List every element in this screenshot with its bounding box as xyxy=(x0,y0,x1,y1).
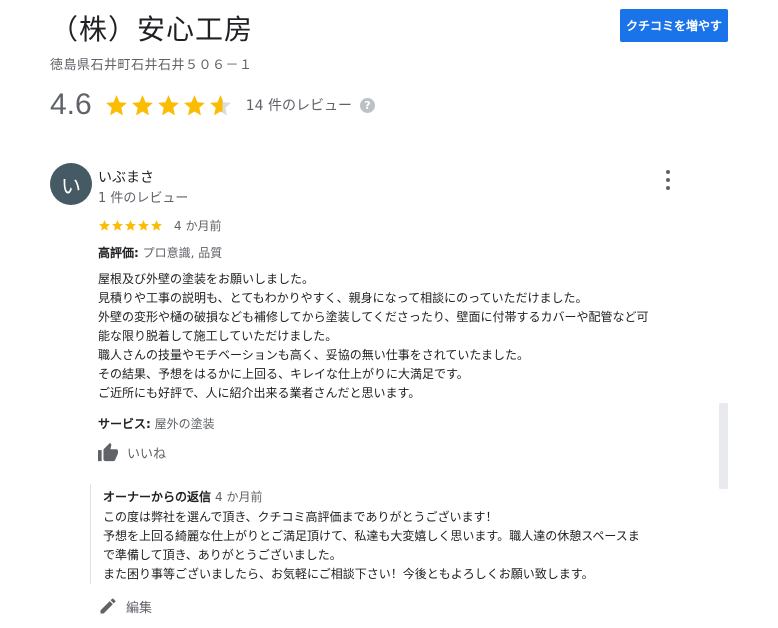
scrollbar[interactable] xyxy=(719,403,728,489)
review-highlights: 高評価: プロ意識, 品質 xyxy=(98,244,222,261)
business-title: （株）安心工房 xyxy=(50,13,254,46)
review-star-icon xyxy=(138,220,149,231)
star-icon xyxy=(209,94,231,115)
star-icon xyxy=(183,94,205,115)
rating-value: 4.6 xyxy=(50,88,92,121)
star-icon xyxy=(131,94,153,115)
review-line: 職人さんの技量やモチベーションも高く、妥協の無い仕事をされていたました。 xyxy=(98,348,530,362)
review-star-icon xyxy=(151,220,162,231)
review-line: 外壁の変形や樋の破損なども補修してから塗装してくださったり、壁面に付帯するカバー… xyxy=(98,310,649,324)
review-body: 屋根及び外壁の塗装をお願いしました。 見積りや工事の説明も、とてもわかりやすく、… xyxy=(98,270,708,403)
star-icon xyxy=(157,94,179,115)
rating-stars xyxy=(104,93,234,118)
pencil-icon xyxy=(100,598,116,614)
review-stars xyxy=(98,219,163,232)
services-label: サービス: xyxy=(98,417,151,431)
edit-button[interactable]: 編集 xyxy=(98,596,152,616)
owner-reply-time: 4 か月前 xyxy=(215,490,263,504)
review-line: 能な限り脱着して施工していただけました。 xyxy=(98,329,338,343)
owner-reply-line: で準備して頂き、ありがとうございました。 xyxy=(103,548,342,562)
owner-reply-heading: オーナーからの返信 xyxy=(103,490,212,504)
reviewer-review-count: 1 件のレビュー xyxy=(98,191,189,206)
owner-reply-line: 予想を上回る綺麗な仕上がりとご満足頂けて、私達も大変嬉しく思います。職人達の休憩… xyxy=(103,529,640,543)
owner-reply-line: また困り事等ございましたら、お気軽にご相談下さい！今後ともよろしくお願い致します… xyxy=(103,567,594,581)
star-icon xyxy=(105,94,127,115)
rating-summary: 4.6 14 件のレビュー ? xyxy=(50,88,375,122)
owner-reply-body: この度は弊社を選んで頂き、クチコミ高評価までありがとうございます！ 予想を上回る… xyxy=(103,508,703,584)
review-count[interactable]: 14 件のレビュー xyxy=(246,95,352,115)
reviewer-name[interactable]: いぶまさ xyxy=(98,167,154,187)
avatar[interactable]: い xyxy=(50,163,92,205)
services-value: 屋外の塗装 xyxy=(154,417,215,431)
review-star-icon xyxy=(99,220,110,231)
review-star-icon xyxy=(112,220,123,231)
highlights-label: 高評価: xyxy=(98,246,139,260)
review-line: 屋根及び外壁の塗装をお願いしました。 xyxy=(98,272,315,286)
owner-reply: オーナーからの返信 4 か月前 この度は弊社を選んで頂き、クチコミ高評価までありが… xyxy=(90,484,723,584)
help-icon[interactable]: ? xyxy=(359,97,375,113)
highlights-value: プロ意識, 品質 xyxy=(142,246,223,260)
review-line: その結果、予想をはるかに上回る、キレイな仕上がりに大満足です。 xyxy=(98,367,469,381)
review-line: 見積りや工事の説明も、とてもわかりやすく、親身になって相談にのっていただけました… xyxy=(98,291,588,305)
review-line: ご近所にも好評で、人に紹介出来る業者さんだと思います。 xyxy=(98,386,421,400)
business-address: 徳島県石井町石井石井５０６－１ xyxy=(50,58,253,73)
thumb-up-icon xyxy=(98,442,118,462)
add-review-button[interactable]: クチコミを増やす xyxy=(620,9,728,42)
review-star-icon xyxy=(125,220,136,231)
owner-reply-line: この度は弊社を選んで頂き、クチコミ高評価までありがとうございます！ xyxy=(103,510,498,524)
like-label: いいね xyxy=(127,446,167,462)
like-button[interactable]: いいね xyxy=(97,442,166,462)
review-services: サービス: 屋外の塗装 xyxy=(98,415,215,432)
more-vert-icon[interactable] xyxy=(660,170,676,190)
edit-label: 編集 xyxy=(126,600,153,616)
owner-reply-header: オーナーからの返信 4 か月前 xyxy=(103,488,262,505)
review-time: 4 か月前 xyxy=(174,219,222,233)
